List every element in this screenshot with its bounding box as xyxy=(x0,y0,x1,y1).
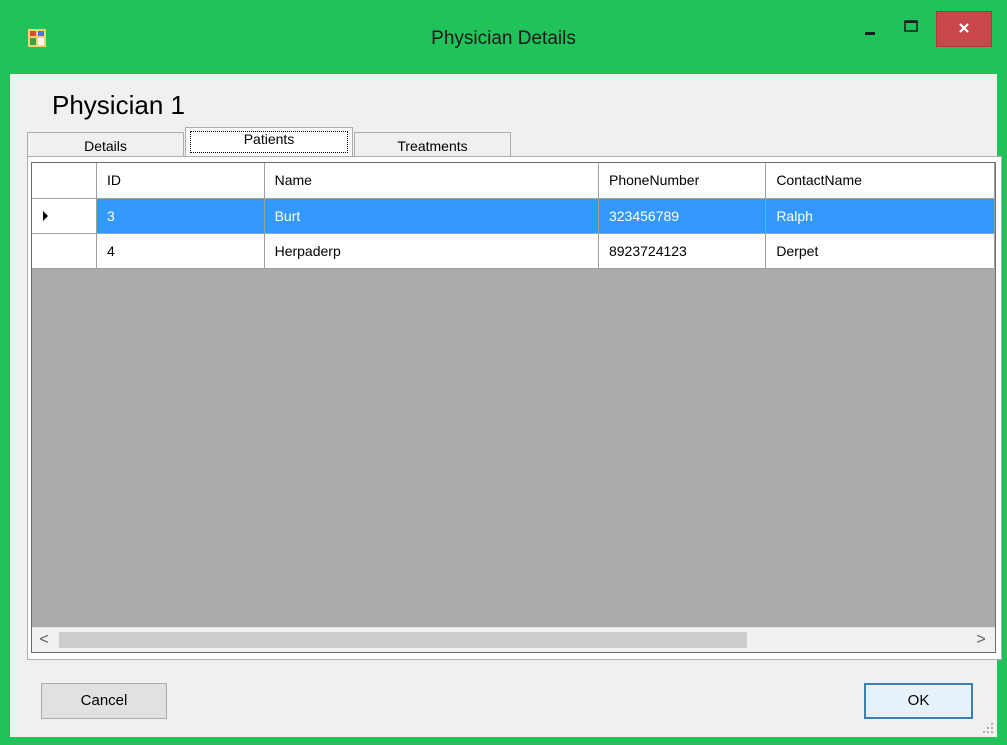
close-button[interactable] xyxy=(936,11,992,47)
scrollbar-thumb[interactable] xyxy=(59,632,747,648)
row-pointer-icon xyxy=(43,210,48,221)
cell-name[interactable]: Burt xyxy=(264,198,599,234)
scroll-left-button[interactable]: < xyxy=(34,630,54,650)
tab-patients[interactable]: Patients xyxy=(185,127,353,157)
maximize-icon xyxy=(904,20,918,32)
cell-contact-name[interactable]: Ralph xyxy=(765,198,995,234)
cell-name[interactable]: Herpaderp xyxy=(264,233,599,269)
tab-page-patients: ID Name PhoneNumber ContactName 3 Burt 3… xyxy=(27,156,1002,660)
cell-id[interactable]: 3 xyxy=(96,198,265,234)
scroll-right-button[interactable]: > xyxy=(971,630,991,650)
minimize-button[interactable] xyxy=(852,11,892,47)
tab-details[interactable]: Details xyxy=(27,132,184,156)
column-header-name[interactable]: Name xyxy=(264,163,599,199)
window: Physician Details Physician 1 Details Pa… xyxy=(0,0,1007,745)
grid-table: ID Name PhoneNumber ContactName 3 Burt 3… xyxy=(32,163,995,269)
grid-corner-header[interactable] xyxy=(32,163,98,199)
cancel-button[interactable]: Cancel xyxy=(41,683,167,719)
grid-header-row: ID Name PhoneNumber ContactName xyxy=(32,163,995,199)
client-area: Physician 1 Details Patients Treatments … xyxy=(10,74,1002,737)
maximize-button[interactable] xyxy=(893,11,933,47)
cell-id[interactable]: 4 xyxy=(96,233,265,269)
cell-phone-number[interactable]: 8923724123 xyxy=(598,233,767,269)
patients-grid[interactable]: ID Name PhoneNumber ContactName 3 Burt 3… xyxy=(31,162,996,653)
row-header[interactable] xyxy=(32,198,98,234)
tab-treatments[interactable]: Treatments xyxy=(354,132,511,156)
tab-focus-rectangle xyxy=(190,131,348,153)
ok-button[interactable]: OK xyxy=(864,683,973,719)
cell-phone-number[interactable]: 323456789 xyxy=(598,198,767,234)
size-grip-icon[interactable] xyxy=(982,722,994,734)
table-row[interactable]: 4 Herpaderp 8923724123 Derpet xyxy=(32,233,995,269)
column-header-phone-number[interactable]: PhoneNumber xyxy=(598,163,767,199)
horizontal-scrollbar[interactable]: < > xyxy=(32,627,995,652)
row-header[interactable] xyxy=(32,233,98,269)
column-header-contact-name[interactable]: ContactName xyxy=(765,163,995,199)
minimize-icon xyxy=(865,32,875,35)
column-header-id[interactable]: ID xyxy=(96,163,265,199)
cell-contact-name[interactable]: Derpet xyxy=(765,233,995,269)
title-bar[interactable]: Physician Details xyxy=(0,0,1007,74)
table-row[interactable]: 3 Burt 323456789 Ralph xyxy=(32,198,995,234)
page-title: Physician 1 xyxy=(52,90,185,120)
close-icon xyxy=(959,23,969,33)
